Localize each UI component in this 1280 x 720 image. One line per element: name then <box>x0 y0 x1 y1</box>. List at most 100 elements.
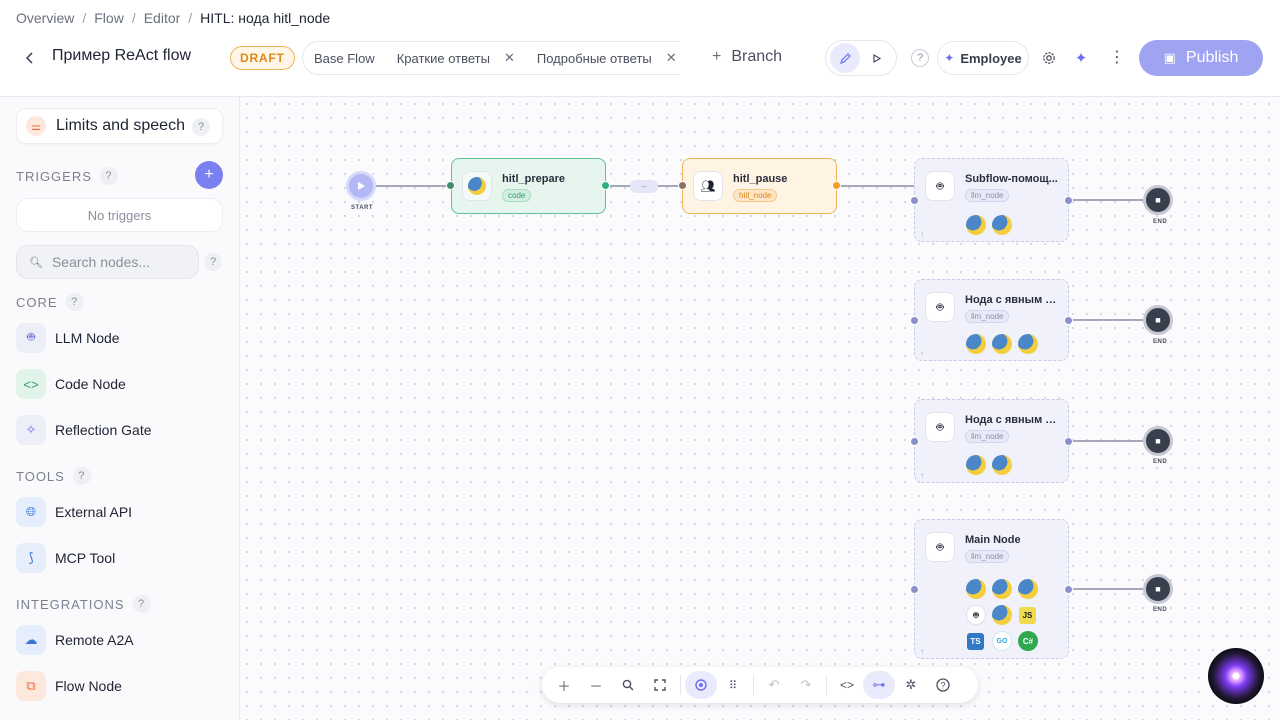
sparkle-icon: ✧ <box>16 415 46 445</box>
search-input[interactable] <box>51 254 192 270</box>
flow-node-main[interactable]: 🤖︎ Main Node llm_node 🤖︎ JS TS GO C# ↑ <box>914 519 1069 659</box>
breadcrumb-editor[interactable]: Editor <box>144 10 181 26</box>
javascript-icon: JS <box>1019 607 1036 624</box>
python-icon <box>992 455 1012 475</box>
zoom-in-button[interactable]: ＋ <box>548 671 580 699</box>
flow-title[interactable]: Пример ReAct flow <box>52 47 191 65</box>
python-icon <box>966 334 986 354</box>
network-view-button[interactable]: ✲ <box>895 671 927 699</box>
fit-view-button[interactable] <box>644 671 676 699</box>
flow-node-explicit-2[interactable]: 🤖︎ Нода с явным за... llm_node ↑ <box>914 399 1069 483</box>
end-node[interactable]: ■ <box>1143 305 1173 335</box>
flow-node-hitl-pause[interactable]: 👥︎ hitl_pause hitl_node <box>682 158 837 214</box>
end-node[interactable]: ■ <box>1143 185 1173 215</box>
palette-flow-node[interactable]: ⧉ Flow Node <box>16 670 122 702</box>
limits-and-speech-card[interactable]: ⚌ Limits and speech ? <box>16 108 223 144</box>
edit-mode-button[interactable] <box>830 43 860 73</box>
add-trigger-button[interactable]: + <box>195 161 223 189</box>
add-branch-button[interactable]: + Branch <box>712 48 782 66</box>
edge-label[interactable]: – <box>630 180 658 193</box>
palette-reflection-gate[interactable]: ✧ Reflection Gate <box>16 414 152 446</box>
output-handle[interactable] <box>1064 585 1073 594</box>
end-node[interactable]: ■ <box>1143 426 1173 456</box>
flow-canvas[interactable]: START hitl_prepare code – 👥︎ hitl_pause … <box>240 97 1280 720</box>
help-icon[interactable]: ? <box>192 118 210 136</box>
search-icon: 🔍︎ <box>29 256 43 269</box>
tab-short-answers[interactable]: Краткие ответы ✕ <box>386 42 526 74</box>
zoom-out-button[interactable]: － <box>580 671 612 699</box>
palette-remote-a2a[interactable]: ☁︎ Remote A2A <box>16 624 134 656</box>
palette-item-label: Remote A2A <box>55 632 134 648</box>
palette-item-label: External API <box>55 504 133 520</box>
csharp-icon: C# <box>1018 631 1038 651</box>
arrow-up-icon: ↑ <box>920 230 924 239</box>
breadcrumb-flow[interactable]: Flow <box>94 10 124 26</box>
employee-button[interactable]: ✦ Employee <box>937 41 1029 75</box>
node-type-tag: llm_node <box>965 310 1010 323</box>
robot-icon: 🤖︎ <box>925 292 955 322</box>
node-title: Subflow-помощ... <box>965 173 1058 185</box>
end-node[interactable]: ■ <box>1143 574 1173 604</box>
close-icon[interactable]: ✕ <box>504 50 515 66</box>
node-type-tag: llm_node <box>965 189 1010 202</box>
run-mode-button[interactable] <box>862 43 892 73</box>
input-handle[interactable] <box>910 437 919 446</box>
settings-button[interactable] <box>1037 46 1061 70</box>
tab-detailed-answers[interactable]: Подробные ответы ✕ <box>526 42 680 74</box>
output-handle[interactable] <box>601 181 610 190</box>
end-label: END <box>1153 459 1168 465</box>
stop-icon: ■ <box>1155 584 1161 594</box>
palette-mcp-tool[interactable]: ⟆ MCP Tool <box>16 542 115 574</box>
help-icon[interactable]: ? <box>204 253 222 271</box>
node-search: 🔍︎ <box>16 245 199 279</box>
palette-external-api[interactable]: 🌐︎ External API <box>16 496 132 528</box>
help-icon[interactable]: ? <box>72 467 91 485</box>
robot-icon: 🤖︎ <box>925 171 955 201</box>
grid-toggle-button[interactable]: ⠿ <box>717 671 749 699</box>
search-canvas-button[interactable] <box>612 671 644 699</box>
palette-code-node[interactable]: <> Code Node <box>16 368 126 400</box>
typescript-icon: TS <box>967 633 984 650</box>
start-node[interactable] <box>346 171 376 201</box>
flow-node-subflow[interactable]: 🤖︎ Subflow-помощ... llm_node ↑ <box>914 158 1069 242</box>
minus-icon: － <box>589 678 603 694</box>
back-button[interactable] <box>20 48 40 68</box>
tab-base-flow[interactable]: Base Flow <box>303 42 386 74</box>
undo-button[interactable]: ↶ <box>758 671 790 699</box>
help-button[interactable]: ? <box>911 49 929 67</box>
more-menu-button[interactable]: ⋮ <box>1105 46 1129 70</box>
python-icon <box>992 215 1012 235</box>
help-button[interactable]: ? <box>927 671 959 699</box>
output-handle[interactable] <box>832 181 841 190</box>
input-handle[interactable] <box>910 196 919 205</box>
focus-button[interactable] <box>685 671 717 699</box>
redo-button[interactable]: ↷ <box>790 671 822 699</box>
python-icon <box>966 579 986 599</box>
help-icon[interactable]: ? <box>99 167 118 185</box>
ai-assistant-orb[interactable] <box>1208 648 1264 704</box>
output-handle[interactable] <box>1064 196 1073 205</box>
flow-node-hitl-prepare[interactable]: hitl_prepare code <box>451 158 606 214</box>
breadcrumb-overview[interactable]: Overview <box>16 10 74 26</box>
help-icon[interactable]: ? <box>132 595 151 613</box>
input-handle[interactable] <box>446 181 455 190</box>
auto-layout-button[interactable]: ⊶ <box>863 671 895 699</box>
help-icon[interactable]: ? <box>65 293 84 311</box>
cloud-icon: ☁︎ <box>16 625 46 655</box>
publish-button[interactable]: ▣ Publish <box>1139 40 1263 76</box>
python-icon <box>966 215 986 235</box>
palette-llm-node[interactable]: 🤖︎ LLM Node <box>16 322 120 354</box>
output-handle[interactable] <box>1064 437 1073 446</box>
arrow-up-icon: ↑ <box>920 349 924 358</box>
input-handle[interactable] <box>910 316 919 325</box>
input-handle[interactable] <box>910 585 919 594</box>
code-view-button[interactable]: <> <box>831 671 863 699</box>
ai-assist-button[interactable]: ✦ <box>1069 46 1093 70</box>
python-icon <box>1018 579 1038 599</box>
close-icon[interactable]: ✕ <box>666 50 677 66</box>
input-handle[interactable] <box>678 181 687 190</box>
flow-node-explicit-1[interactable]: 🤖︎ Нода с явным за... llm_node ↑ <box>914 279 1069 361</box>
robot-icon: 🤖︎ <box>16 323 46 353</box>
breadcrumb-current: HITL: нода hitl_node <box>200 10 331 26</box>
output-handle[interactable] <box>1064 316 1073 325</box>
